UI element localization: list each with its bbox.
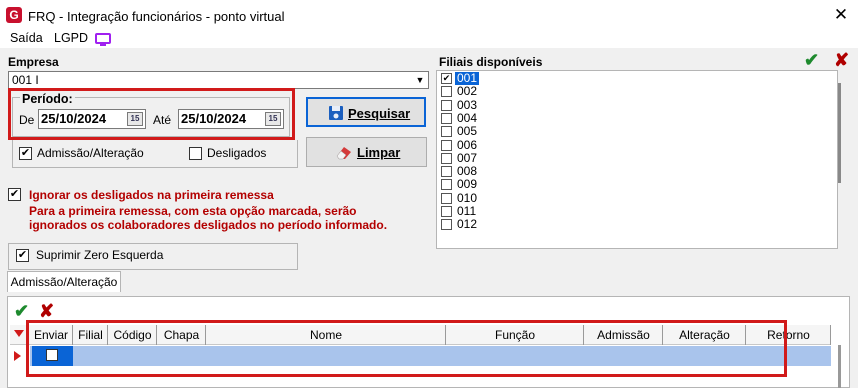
menu-bar: [0, 30, 858, 48]
filial-checkbox[interactable]: [441, 139, 452, 151]
chevron-down-icon[interactable]: ▼: [412, 72, 428, 88]
eraser-icon: [336, 147, 351, 160]
tab-admissao[interactable]: Admissão/Alteração: [7, 271, 121, 292]
admissao-checkbox[interactable]: ✔: [19, 147, 32, 160]
filial-code: 004: [457, 110, 478, 125]
suprimir-checkbox[interactable]: ✔: [16, 249, 29, 262]
limpar-button[interactable]: Limpar: [306, 137, 427, 167]
ignorar-note-line1: Para a primeira remessa, com esta opção …: [29, 204, 357, 218]
admissao-label: Admissão/Alteração: [37, 146, 144, 160]
menu-item-lgpd[interactable]: LGPD: [54, 31, 88, 45]
screen-icon[interactable]: [95, 33, 111, 46]
filial-checkbox[interactable]: [441, 206, 452, 217]
save-disk-icon: [329, 106, 343, 120]
filial-code: 006: [457, 137, 478, 152]
row-pointer-icon: [14, 351, 21, 361]
delete-x-icon[interactable]: ✘: [834, 50, 849, 71]
filiais-scrollbar[interactable]: [838, 83, 841, 183]
grid-confirm-icon[interactable]: ✔: [14, 301, 29, 322]
confirm-check-icon[interactable]: ✔: [804, 50, 819, 71]
empresa-label: Empresa: [8, 55, 59, 69]
filial-code: 010: [457, 190, 478, 205]
filial-checkbox[interactable]: ✔: [441, 73, 452, 84]
filial-code: 003: [457, 97, 478, 112]
filial-code: 012: [457, 217, 478, 232]
desligados-checkbox[interactable]: [189, 147, 202, 160]
suprimir-label: Suprimir Zero Esquerda: [36, 248, 164, 262]
filial-checkbox[interactable]: [441, 86, 452, 98]
empresa-value: 001 I: [12, 73, 39, 87]
ignorar-checkbox[interactable]: ✔: [8, 188, 21, 201]
close-icon[interactable]: ✕: [830, 4, 852, 26]
empresa-select[interactable]: 001 I ▼: [8, 71, 429, 89]
filial-code: 002: [457, 84, 478, 99]
pesquisar-label: Pesquisar: [348, 106, 411, 121]
filial-checkbox[interactable]: [441, 192, 452, 204]
menu-item-saida[interactable]: Saída: [10, 31, 43, 45]
ignorar-label: Ignorar os desligados na primeira remess…: [29, 188, 274, 202]
filial-code: 001: [455, 71, 480, 85]
limpar-label: Limpar: [357, 145, 401, 160]
desligados-label: Desligados: [207, 146, 267, 160]
filial-checkbox[interactable]: [441, 99, 452, 111]
app-logo-icon: G: [6, 7, 22, 23]
ignorar-note-line2: ignorados os colaboradores desligados no…: [29, 218, 388, 232]
filial-code: 005: [457, 124, 478, 139]
pesquisar-button[interactable]: Pesquisar: [306, 97, 426, 127]
filial-code: 008: [457, 164, 478, 179]
filial-checkbox[interactable]: [441, 126, 452, 138]
highlight-periodo: [8, 88, 295, 140]
filial-checkbox[interactable]: [441, 166, 452, 178]
window-title: FRQ - Integração funcionários - ponto vi…: [28, 9, 285, 24]
filial-checkbox[interactable]: [441, 152, 452, 164]
filial-checkbox[interactable]: [441, 112, 452, 124]
filial-code: 007: [457, 150, 478, 165]
filial-code: 011: [457, 204, 477, 218]
filial-code: 009: [457, 177, 478, 192]
filial-checkbox[interactable]: [441, 219, 452, 231]
filial-checkbox[interactable]: [441, 179, 452, 191]
highlight-grid: [26, 320, 787, 377]
grid-scrollbar[interactable]: [838, 345, 841, 388]
sort-indicator-icon: [14, 330, 24, 337]
grid-delete-icon[interactable]: ✘: [39, 301, 54, 322]
filiais-list[interactable]: ✔ 001 002 003 004 005 006 007 008 009 010 011 012: [436, 70, 838, 249]
filiais-label: Filiais disponíveis: [439, 55, 543, 69]
